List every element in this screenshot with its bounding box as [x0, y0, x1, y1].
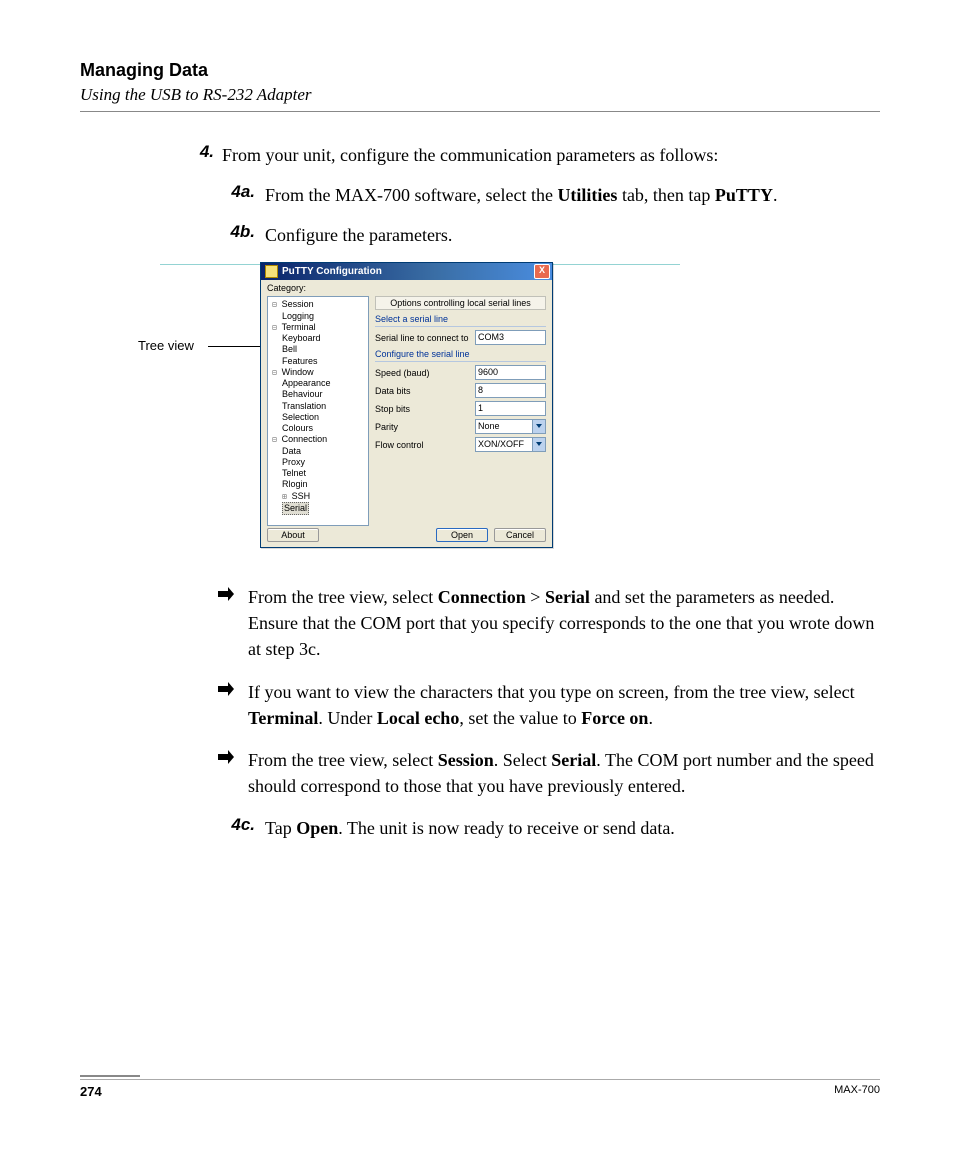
speed-input[interactable]: 9600 — [475, 365, 546, 380]
tree-node-logging[interactable]: Logging — [272, 311, 366, 322]
footer-divider — [80, 1079, 880, 1080]
page-subheading: Using the USB to RS-232 Adapter — [80, 85, 880, 105]
bullet-text: From the tree view, select Connection > … — [248, 584, 880, 662]
serial-line-label: Serial line to connect to — [375, 333, 475, 343]
tree-node-translation[interactable]: Translation — [272, 401, 366, 412]
page-footer: 274 MAX-700 — [80, 1075, 880, 1099]
tree-node-bell[interactable]: Bell — [272, 344, 366, 355]
chevron-down-icon — [536, 442, 542, 446]
step-text: From your unit, configure the communicat… — [222, 142, 880, 168]
tree-node-rlogin[interactable]: Rlogin — [272, 479, 366, 490]
tree-node-selection[interactable]: Selection — [272, 412, 366, 423]
window-title: PuTTY Configuration — [282, 266, 534, 277]
tree-node-terminal[interactable]: ⊟ Terminal — [272, 322, 366, 333]
databits-input[interactable]: 8 — [475, 383, 546, 398]
databits-label: Data bits — [375, 386, 475, 396]
bullet-text: If you want to view the characters that … — [248, 679, 880, 731]
page-heading: Managing Data — [80, 60, 880, 81]
step-number: 4. — [180, 142, 222, 168]
parity-label: Parity — [375, 422, 475, 432]
options-panel: Options controlling local serial lines S… — [369, 296, 546, 522]
tree-node-appearance[interactable]: Appearance — [272, 378, 366, 389]
close-button[interactable]: X — [534, 264, 550, 279]
titlebar[interactable]: PuTTY Configuration X — [261, 263, 552, 280]
divider — [80, 111, 880, 112]
tree-node-colours[interactable]: Colours — [272, 423, 366, 434]
tree-node-proxy[interactable]: Proxy — [272, 457, 366, 468]
tree-node-keyboard[interactable]: Keyboard — [272, 333, 366, 344]
tree-node-window[interactable]: ⊟ Window — [272, 367, 366, 378]
flow-label: Flow control — [375, 440, 475, 450]
tree-node-telnet[interactable]: Telnet — [272, 468, 366, 479]
callout-label: Tree view — [138, 338, 194, 353]
tree-node-session[interactable]: ⊟ Session — [272, 299, 366, 310]
tree-node-serial[interactable]: Serial — [272, 502, 366, 515]
bullet-arrow-icon — [218, 584, 248, 662]
group-label: Configure the serial line — [375, 349, 546, 359]
open-button[interactable]: Open — [436, 528, 488, 542]
bullet-text: From the tree view, select Session. Sele… — [248, 747, 880, 799]
tree-node-features[interactable]: Features — [272, 356, 366, 367]
tree-node-behaviour[interactable]: Behaviour — [272, 389, 366, 400]
page-number: 274 — [80, 1084, 102, 1099]
substep-number: 4b. — [215, 222, 265, 248]
substep-text: From the MAX-700 software, select the Ut… — [265, 182, 880, 208]
stopbits-input[interactable]: 1 — [475, 401, 546, 416]
footer-accent — [80, 1075, 140, 1077]
flow-select[interactable]: XON/XOFF — [475, 437, 546, 452]
chevron-down-icon — [536, 424, 542, 428]
tree-node-connection[interactable]: ⊟ Connection — [272, 434, 366, 445]
substep-text: Tap Open. The unit is now ready to recei… — [265, 815, 880, 841]
model-label: MAX-700 — [834, 1084, 880, 1099]
bullet-arrow-icon — [218, 679, 248, 731]
tree-view[interactable]: ⊟ Session Logging ⊟ Terminal Keyboard Be… — [267, 296, 369, 526]
tree-node-data[interactable]: Data — [272, 446, 366, 457]
about-button[interactable]: About — [267, 528, 319, 542]
figure: Tree view PuTTY Configuration X Category… — [80, 262, 880, 562]
speed-label: Speed (baud) — [375, 368, 475, 378]
substep-number: 4c. — [215, 815, 265, 841]
putty-icon — [265, 265, 278, 278]
category-label: Category: — [267, 283, 306, 293]
group-label: Select a serial line — [375, 314, 546, 324]
serial-line-input[interactable]: COM3 — [475, 330, 546, 345]
substep-number: 4a. — [215, 182, 265, 208]
bullet-arrow-icon — [218, 747, 248, 799]
substep-text: Configure the parameters. — [265, 222, 880, 248]
tree-node-ssh[interactable]: ⊞ SSH — [272, 491, 366, 502]
cancel-button[interactable]: Cancel — [494, 528, 546, 542]
panel-heading: Options controlling local serial lines — [375, 296, 546, 310]
stopbits-label: Stop bits — [375, 404, 475, 414]
putty-window: PuTTY Configuration X Category: ⊟ Sessio… — [260, 262, 553, 548]
parity-select[interactable]: None — [475, 419, 546, 434]
